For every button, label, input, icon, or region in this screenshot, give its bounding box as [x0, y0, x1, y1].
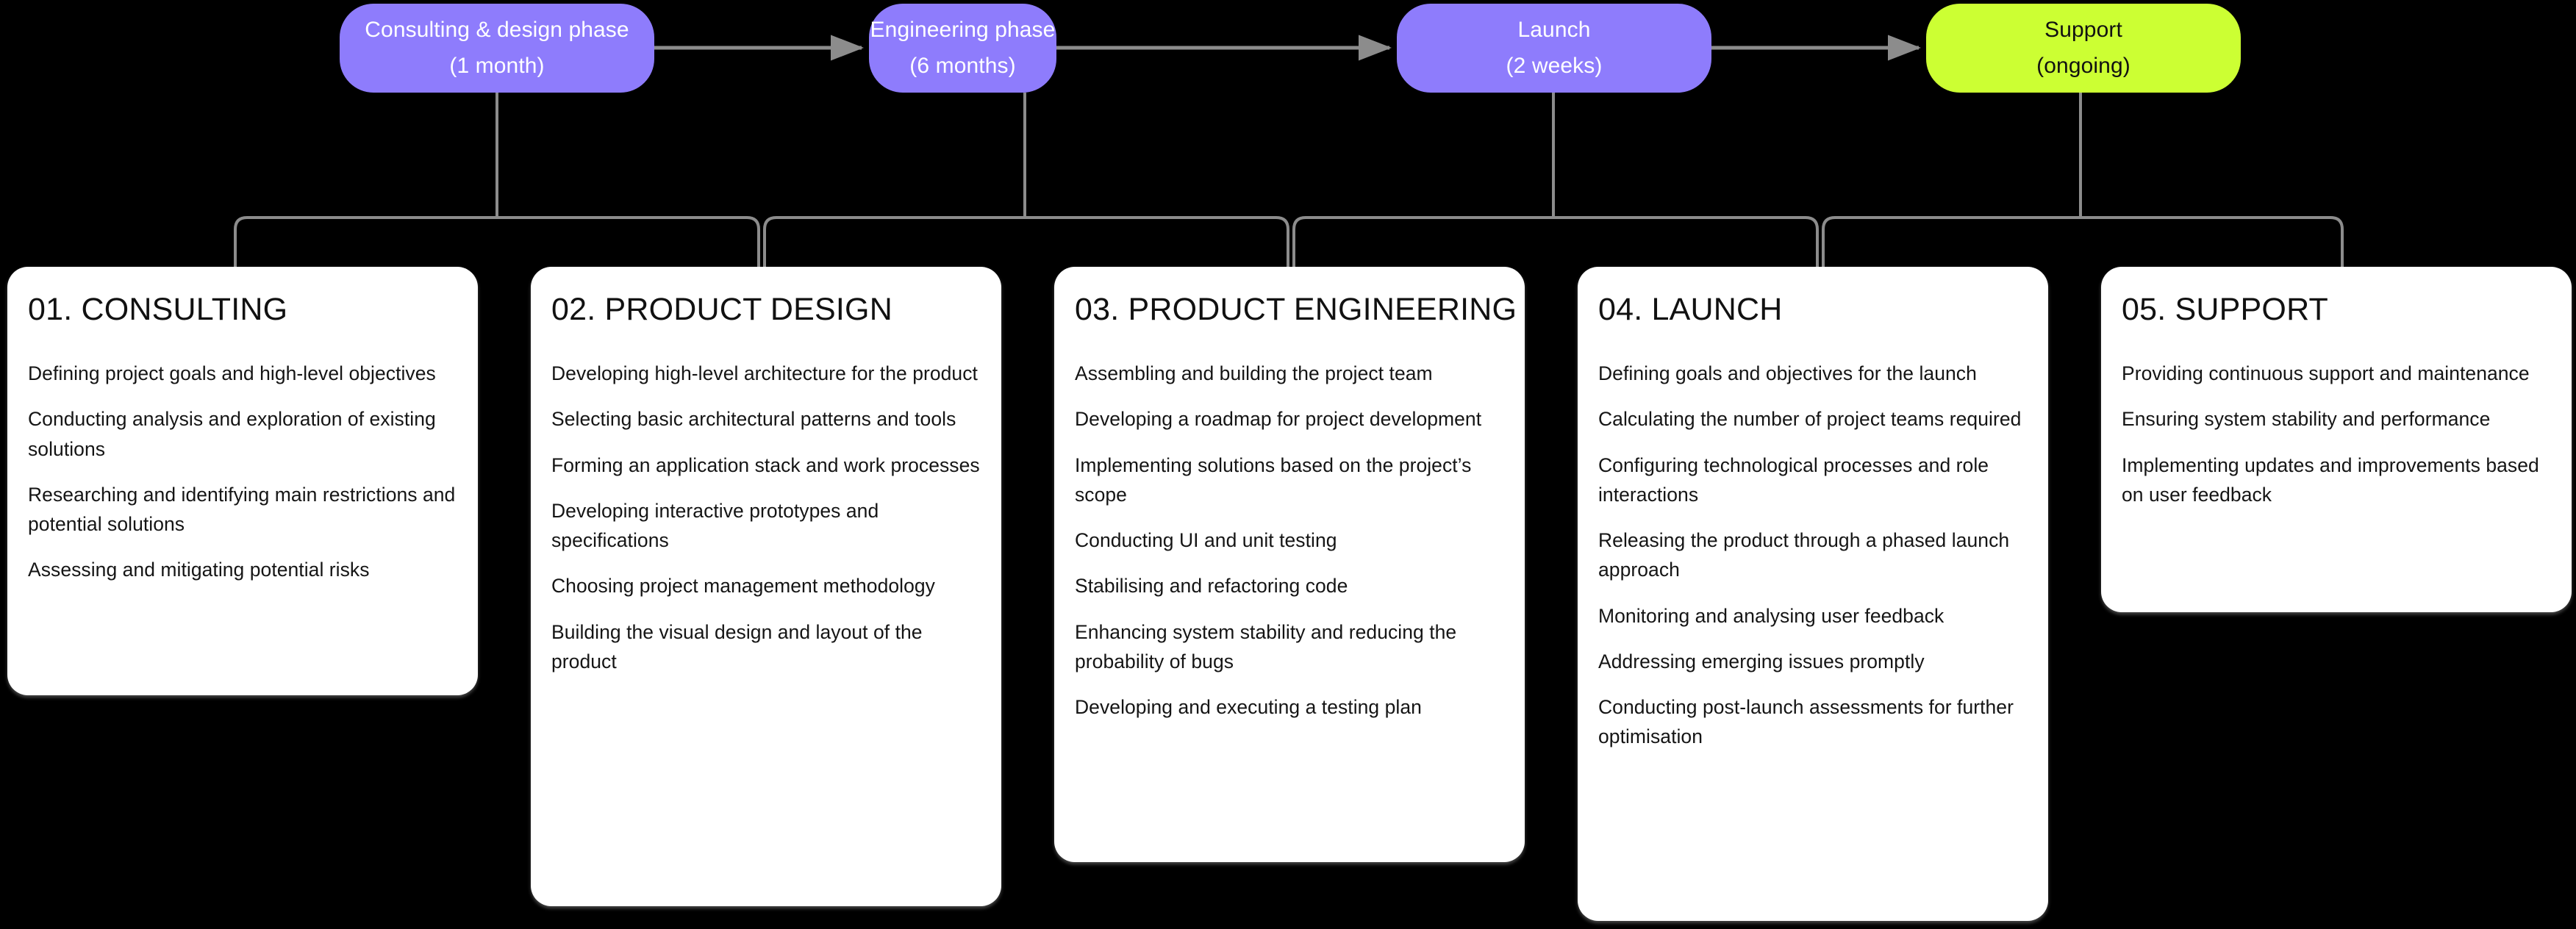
- branch-phase4-to-card4b: [1822, 216, 2081, 267]
- phase-pill-support[interactable]: Support (ongoing): [1926, 4, 2241, 93]
- card-item: Forming an application stack and work pr…: [551, 453, 980, 476]
- card-item: Implementing solutions based on the proj…: [1075, 453, 1472, 506]
- card-item-list: Defining project goals and high-level ob…: [28, 359, 457, 585]
- card-heading: 03. PRODUCT ENGINEERING: [1075, 292, 1517, 327]
- card-item: Providing continuous support and mainten…: [2122, 362, 2530, 384]
- branch-phase2-to-card4: [1025, 216, 1289, 267]
- branch-phase3-to-card4: [1292, 216, 1553, 267]
- detail-card-consulting[interactable]: 01. CONSULTING Defining project goals an…: [7, 267, 478, 695]
- card-item: Developing a roadmap for project develop…: [1075, 408, 1482, 431]
- card-item: Implementing updates and improvements ba…: [2122, 453, 2539, 506]
- card-item: Selecting basic architectural patterns a…: [551, 408, 956, 431]
- card-item: Assembling and building the project team: [1075, 362, 1433, 384]
- card-item: Enhancing system stability and reducing …: [1075, 620, 1457, 672]
- card-item: Researching and identifying main restric…: [28, 483, 456, 536]
- card-item: Developing interactive prototypes and sp…: [551, 499, 879, 552]
- branch-phase4-to-card5: [2081, 216, 2344, 267]
- detail-card-support[interactable]: 05. SUPPORT Providing continuous support…: [2101, 267, 2572, 612]
- diagram-canvas: Consulting & design phase (1 month) Engi…: [0, 0, 2576, 929]
- card-item: Monitoring and analysing user feedback: [1598, 604, 1944, 627]
- branch-phase2-to-card3: [763, 216, 1025, 267]
- branch-phase3-to-card5: [1553, 216, 1819, 267]
- phase-pill-engineering[interactable]: Engineering phase (6 months): [869, 4, 1056, 93]
- card-heading: 05. SUPPORT: [2122, 292, 2329, 327]
- phase-pill-consulting-design[interactable]: Consulting & design phase (1 month): [340, 4, 654, 93]
- branch-phase1-to-card2: [497, 216, 760, 267]
- card-item-list: Defining goals and objectives for the la…: [1598, 359, 2028, 752]
- phase-pill-launch[interactable]: Launch (2 weeks): [1397, 4, 1711, 93]
- card-heading: 02. PRODUCT DESIGN: [551, 292, 892, 327]
- phase-title: Launch: [1517, 17, 1591, 42]
- detail-card-product-engineering[interactable]: 03. PRODUCT ENGINEERING Assembling and b…: [1054, 267, 1525, 862]
- card-item: Calculating the number of project teams …: [1598, 408, 2022, 431]
- card-item: Defining goals and objectives for the la…: [1598, 362, 1977, 384]
- phase-duration: (1 month): [449, 53, 545, 78]
- phase-duration: (ongoing): [2036, 53, 2130, 78]
- card-item: Stabilising and refactoring code: [1075, 575, 1348, 598]
- card-item: Addressing emerging issues promptly: [1598, 650, 1925, 672]
- card-item: Releasing the product through a phased l…: [1598, 529, 2010, 581]
- card-item: Conducting UI and unit testing: [1075, 529, 1337, 552]
- card-item: Ensuring system stability and performanc…: [2122, 408, 2491, 431]
- card-item-list: Providing continuous support and mainten…: [2122, 359, 2551, 509]
- phase-title: Support: [2044, 17, 2122, 42]
- phase-title: Consulting & design phase: [365, 17, 629, 42]
- card-item: Configuring technological processes and …: [1598, 453, 1989, 506]
- phase-title: Engineering phase: [870, 17, 1056, 42]
- card-item: Conducting analysis and exploration of e…: [28, 408, 436, 460]
- card-item: Building the visual design and layout of…: [551, 620, 923, 672]
- card-item: Developing and executing a testing plan: [1075, 696, 1422, 719]
- phase-duration: (6 months): [909, 53, 1016, 78]
- card-item: Developing high-level architecture for t…: [551, 362, 978, 384]
- card-item: Defining project goals and high-level ob…: [28, 362, 436, 384]
- phase-duration: (2 weeks): [1506, 53, 1603, 78]
- card-item: Conducting post-launch assessments for f…: [1598, 696, 2014, 748]
- detail-card-launch[interactable]: 04. LAUNCH Defining goals and objectives…: [1578, 267, 2048, 921]
- card-item-list: Assembling and building the project team…: [1075, 359, 1504, 722]
- card-heading: 01. CONSULTING: [28, 292, 288, 327]
- card-heading: 04. LAUNCH: [1598, 292, 1783, 327]
- detail-card-product-design[interactable]: 02. PRODUCT DESIGN Developing high-level…: [531, 267, 1001, 906]
- card-item: Assessing and mitigating potential risks: [28, 559, 370, 581]
- card-item: Choosing project management methodology: [551, 575, 935, 598]
- branch-phase1-to-card1: [234, 216, 497, 267]
- card-item-list: Developing high-level architecture for t…: [551, 359, 981, 676]
